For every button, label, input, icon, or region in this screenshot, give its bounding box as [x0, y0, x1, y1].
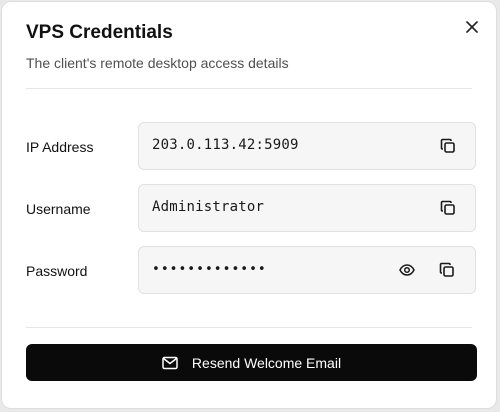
username-value[interactable]: Administrator: [152, 199, 264, 215]
copy-password-button[interactable]: [436, 259, 458, 281]
resend-welcome-email-button[interactable]: Resend Welcome Email: [26, 344, 477, 381]
ip-address-field: 203.0.113.42:5909: [138, 122, 476, 170]
reveal-password-button[interactable]: [396, 259, 418, 281]
close-button[interactable]: [460, 15, 484, 39]
eye-icon: [399, 264, 415, 276]
copy-icon: [440, 200, 455, 215]
copy-icon: [440, 138, 455, 153]
password-value[interactable]: •••••••••••••: [152, 262, 267, 277]
ip-address-value[interactable]: 203.0.113.42:5909: [152, 137, 299, 153]
username-label: Username: [26, 201, 91, 217]
dialog-subtitle: The client's remote desktop access detai…: [26, 55, 289, 71]
mail-icon: [162, 356, 178, 369]
password-field: •••••••••••••: [138, 246, 476, 294]
copy-username-button[interactable]: [437, 197, 459, 219]
vps-credentials-dialog: VPS Credentials The client's remote desk…: [1, 1, 497, 409]
resend-button-label: Resend Welcome Email: [191, 354, 342, 371]
ip-address-label: IP Address: [26, 139, 94, 155]
header-divider: [26, 88, 472, 89]
copy-ip-button[interactable]: [437, 135, 459, 157]
close-icon: [466, 21, 478, 33]
dialog-title: VPS Credentials: [26, 22, 173, 43]
password-label: Password: [26, 263, 88, 279]
username-field: Administrator: [138, 184, 476, 232]
copy-icon: [439, 262, 454, 277]
footer-divider: [26, 327, 472, 328]
